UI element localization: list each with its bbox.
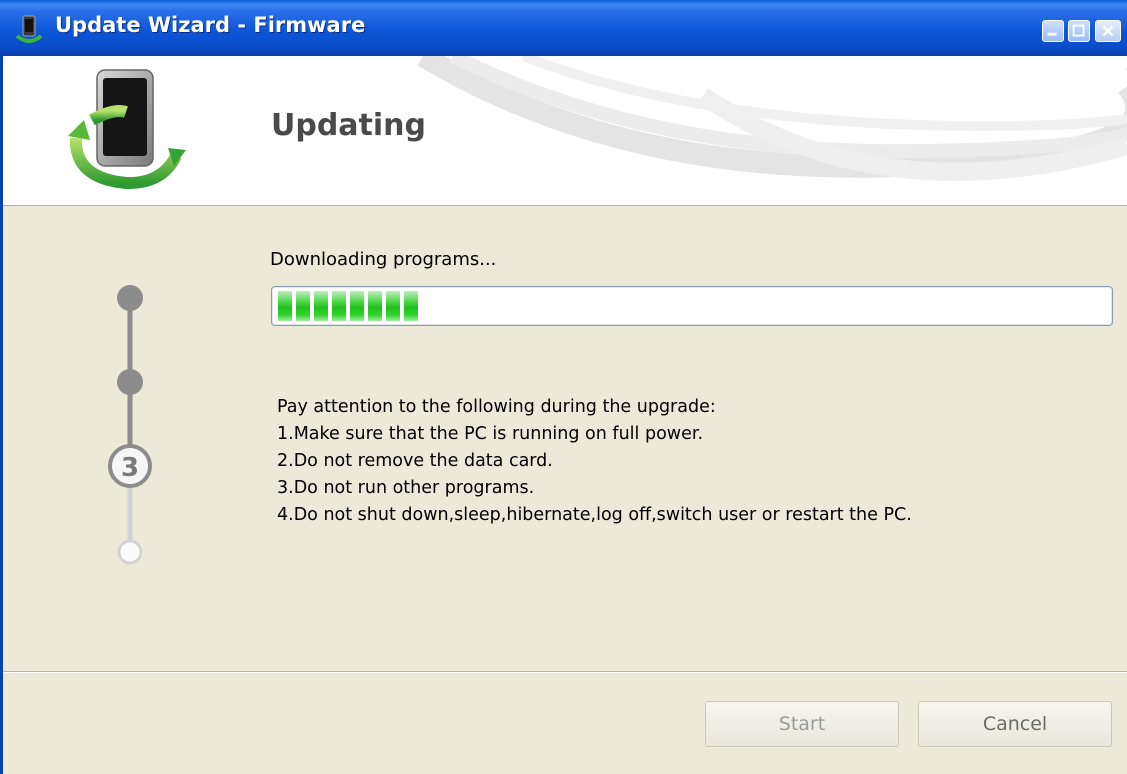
progress-segment xyxy=(278,291,292,321)
progress-segment xyxy=(314,291,328,321)
note-item: 1.Make sure that the PC is running on fu… xyxy=(277,424,704,444)
upgrade-notes: Pay attention to the following during th… xyxy=(277,394,912,529)
progress-segment xyxy=(296,291,310,321)
progress-status-text: Downloading programs... xyxy=(270,249,497,270)
minimize-button[interactable] xyxy=(1042,20,1064,42)
maximize-icon xyxy=(1072,24,1085,37)
progress-fill xyxy=(278,291,422,321)
start-button[interactable]: Start xyxy=(705,701,899,747)
note-item: 4.Do not shut down,sleep,hibernate,log o… xyxy=(277,505,912,525)
progress-segment xyxy=(368,291,382,321)
close-button[interactable] xyxy=(1095,20,1121,42)
minimize-icon xyxy=(1047,32,1057,36)
phone-app-icon xyxy=(15,15,43,43)
note-item: 2.Do not remove the data card. xyxy=(277,451,553,471)
header-divider xyxy=(3,205,1127,206)
cancel-button[interactable]: Cancel xyxy=(918,701,1112,747)
notes-heading: Pay attention to the following during th… xyxy=(277,397,716,417)
step-4-dot xyxy=(117,539,143,565)
step-indicator: 3 xyxy=(108,285,152,565)
page-title: Updating xyxy=(271,108,427,143)
close-icon xyxy=(1102,25,1114,37)
update-wizard-window: Update Wizard - Firmware Updating 3 Down… xyxy=(0,0,1127,774)
step-2-dot xyxy=(117,369,143,395)
progress-track xyxy=(278,291,1104,321)
current-step-number: 3 xyxy=(121,453,139,483)
progress-segment xyxy=(386,291,400,321)
footer-divider-highlight xyxy=(3,672,1127,673)
download-progress-bar xyxy=(271,286,1113,326)
progress-segment xyxy=(332,291,346,321)
step-1-dot xyxy=(117,285,143,311)
window-title: Update Wizard - Firmware xyxy=(55,13,366,37)
progress-segment xyxy=(350,291,364,321)
title-bar[interactable]: Update Wizard - Firmware xyxy=(0,0,1127,56)
progress-segment xyxy=(404,291,418,321)
maximize-button[interactable] xyxy=(1068,20,1090,42)
phone-update-logo xyxy=(68,69,186,190)
note-item: 3.Do not run other programs. xyxy=(277,478,535,498)
